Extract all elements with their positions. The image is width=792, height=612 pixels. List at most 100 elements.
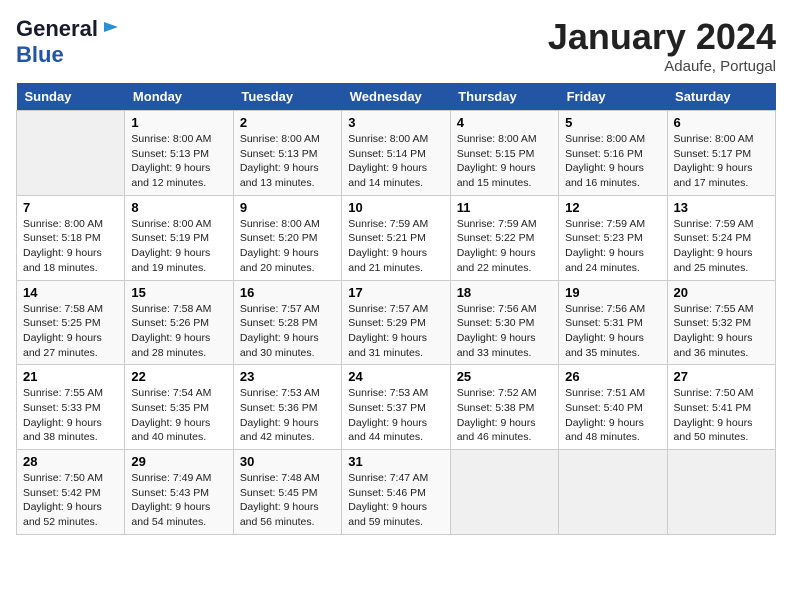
calendar-cell <box>450 450 558 535</box>
day-number: 9 <box>240 200 335 215</box>
day-number: 20 <box>674 285 769 300</box>
calendar-cell: 29 Sunrise: 7:49 AM Sunset: 5:43 PM Dayl… <box>125 450 233 535</box>
logo-arrow-icon <box>102 18 120 41</box>
col-header-friday: Friday <box>559 83 667 111</box>
calendar-cell <box>17 111 125 196</box>
day-info: Sunrise: 7:59 AM Sunset: 5:21 PM Dayligh… <box>348 217 443 276</box>
day-number: 14 <box>23 285 118 300</box>
day-info: Sunrise: 7:47 AM Sunset: 5:46 PM Dayligh… <box>348 471 443 530</box>
day-info: Sunrise: 7:51 AM Sunset: 5:40 PM Dayligh… <box>565 386 660 445</box>
calendar-cell: 18 Sunrise: 7:56 AM Sunset: 5:30 PM Dayl… <box>450 280 558 365</box>
title-block: January 2024 Adaufe, Portugal <box>548 16 776 75</box>
day-info: Sunrise: 8:00 AM Sunset: 5:13 PM Dayligh… <box>131 132 226 191</box>
calendar-cell: 1 Sunrise: 8:00 AM Sunset: 5:13 PM Dayli… <box>125 111 233 196</box>
calendar-table: SundayMondayTuesdayWednesdayThursdayFrid… <box>16 83 776 535</box>
calendar-cell: 28 Sunrise: 7:50 AM Sunset: 5:42 PM Dayl… <box>17 450 125 535</box>
day-info: Sunrise: 7:59 AM Sunset: 5:24 PM Dayligh… <box>674 217 769 276</box>
calendar-cell: 4 Sunrise: 8:00 AM Sunset: 5:15 PM Dayli… <box>450 111 558 196</box>
calendar-cell: 11 Sunrise: 7:59 AM Sunset: 5:22 PM Dayl… <box>450 195 558 280</box>
calendar-cell: 23 Sunrise: 7:53 AM Sunset: 5:36 PM Dayl… <box>233 365 341 450</box>
col-header-thursday: Thursday <box>450 83 558 111</box>
calendar-cell <box>559 450 667 535</box>
day-number: 8 <box>131 200 226 215</box>
col-header-tuesday: Tuesday <box>233 83 341 111</box>
calendar-cell: 13 Sunrise: 7:59 AM Sunset: 5:24 PM Dayl… <box>667 195 775 280</box>
day-number: 27 <box>674 369 769 384</box>
day-number: 11 <box>457 200 552 215</box>
day-info: Sunrise: 7:53 AM Sunset: 5:36 PM Dayligh… <box>240 386 335 445</box>
day-number: 25 <box>457 369 552 384</box>
day-number: 22 <box>131 369 226 384</box>
logo: General Blue <box>16 16 120 68</box>
calendar-cell: 9 Sunrise: 8:00 AM Sunset: 5:20 PM Dayli… <box>233 195 341 280</box>
day-number: 16 <box>240 285 335 300</box>
day-info: Sunrise: 8:00 AM Sunset: 5:13 PM Dayligh… <box>240 132 335 191</box>
day-number: 18 <box>457 285 552 300</box>
day-info: Sunrise: 8:00 AM Sunset: 5:17 PM Dayligh… <box>674 132 769 191</box>
calendar-cell: 19 Sunrise: 7:56 AM Sunset: 5:31 PM Dayl… <box>559 280 667 365</box>
day-number: 24 <box>348 369 443 384</box>
calendar-cell: 7 Sunrise: 8:00 AM Sunset: 5:18 PM Dayli… <box>17 195 125 280</box>
col-header-saturday: Saturday <box>667 83 775 111</box>
day-number: 28 <box>23 454 118 469</box>
day-number: 19 <box>565 285 660 300</box>
calendar-cell: 31 Sunrise: 7:47 AM Sunset: 5:46 PM Dayl… <box>342 450 450 535</box>
calendar-cell: 16 Sunrise: 7:57 AM Sunset: 5:28 PM Dayl… <box>233 280 341 365</box>
day-info: Sunrise: 8:00 AM Sunset: 5:19 PM Dayligh… <box>131 217 226 276</box>
day-number: 31 <box>348 454 443 469</box>
day-number: 2 <box>240 115 335 130</box>
day-info: Sunrise: 7:50 AM Sunset: 5:41 PM Dayligh… <box>674 386 769 445</box>
day-info: Sunrise: 7:54 AM Sunset: 5:35 PM Dayligh… <box>131 386 226 445</box>
day-number: 4 <box>457 115 552 130</box>
col-header-monday: Monday <box>125 83 233 111</box>
day-number: 26 <box>565 369 660 384</box>
col-header-sunday: Sunday <box>17 83 125 111</box>
day-number: 23 <box>240 369 335 384</box>
logo-blue: Blue <box>16 42 64 67</box>
day-number: 29 <box>131 454 226 469</box>
day-info: Sunrise: 7:53 AM Sunset: 5:37 PM Dayligh… <box>348 386 443 445</box>
location: Adaufe, Portugal <box>548 58 776 75</box>
day-info: Sunrise: 7:55 AM Sunset: 5:32 PM Dayligh… <box>674 302 769 361</box>
calendar-cell: 25 Sunrise: 7:52 AM Sunset: 5:38 PM Dayl… <box>450 365 558 450</box>
calendar-cell: 26 Sunrise: 7:51 AM Sunset: 5:40 PM Dayl… <box>559 365 667 450</box>
day-info: Sunrise: 7:49 AM Sunset: 5:43 PM Dayligh… <box>131 471 226 530</box>
day-info: Sunrise: 7:57 AM Sunset: 5:28 PM Dayligh… <box>240 302 335 361</box>
calendar-cell: 10 Sunrise: 7:59 AM Sunset: 5:21 PM Dayl… <box>342 195 450 280</box>
day-number: 21 <box>23 369 118 384</box>
calendar-cell: 14 Sunrise: 7:58 AM Sunset: 5:25 PM Dayl… <box>17 280 125 365</box>
calendar-cell: 21 Sunrise: 7:55 AM Sunset: 5:33 PM Dayl… <box>17 365 125 450</box>
calendar-cell: 2 Sunrise: 8:00 AM Sunset: 5:13 PM Dayli… <box>233 111 341 196</box>
day-number: 10 <box>348 200 443 215</box>
calendar-cell: 6 Sunrise: 8:00 AM Sunset: 5:17 PM Dayli… <box>667 111 775 196</box>
day-number: 12 <box>565 200 660 215</box>
day-info: Sunrise: 7:56 AM Sunset: 5:31 PM Dayligh… <box>565 302 660 361</box>
day-info: Sunrise: 7:55 AM Sunset: 5:33 PM Dayligh… <box>23 386 118 445</box>
day-number: 3 <box>348 115 443 130</box>
calendar-cell: 3 Sunrise: 8:00 AM Sunset: 5:14 PM Dayli… <box>342 111 450 196</box>
day-info: Sunrise: 8:00 AM Sunset: 5:14 PM Dayligh… <box>348 132 443 191</box>
day-info: Sunrise: 7:52 AM Sunset: 5:38 PM Dayligh… <box>457 386 552 445</box>
day-number: 7 <box>23 200 118 215</box>
col-header-wednesday: Wednesday <box>342 83 450 111</box>
day-info: Sunrise: 7:57 AM Sunset: 5:29 PM Dayligh… <box>348 302 443 361</box>
day-info: Sunrise: 8:00 AM Sunset: 5:20 PM Dayligh… <box>240 217 335 276</box>
day-number: 30 <box>240 454 335 469</box>
calendar-cell: 22 Sunrise: 7:54 AM Sunset: 5:35 PM Dayl… <box>125 365 233 450</box>
calendar-cell: 27 Sunrise: 7:50 AM Sunset: 5:41 PM Dayl… <box>667 365 775 450</box>
day-info: Sunrise: 7:59 AM Sunset: 5:23 PM Dayligh… <box>565 217 660 276</box>
day-info: Sunrise: 7:58 AM Sunset: 5:26 PM Dayligh… <box>131 302 226 361</box>
day-info: Sunrise: 7:59 AM Sunset: 5:22 PM Dayligh… <box>457 217 552 276</box>
day-number: 6 <box>674 115 769 130</box>
day-info: Sunrise: 7:56 AM Sunset: 5:30 PM Dayligh… <box>457 302 552 361</box>
day-info: Sunrise: 8:00 AM Sunset: 5:18 PM Dayligh… <box>23 217 118 276</box>
calendar-cell: 20 Sunrise: 7:55 AM Sunset: 5:32 PM Dayl… <box>667 280 775 365</box>
day-number: 13 <box>674 200 769 215</box>
page-header: General Blue January 2024 Adaufe, Portug… <box>16 16 776 75</box>
calendar-cell: 5 Sunrise: 8:00 AM Sunset: 5:16 PM Dayli… <box>559 111 667 196</box>
month-title: January 2024 <box>548 16 776 58</box>
calendar-cell: 30 Sunrise: 7:48 AM Sunset: 5:45 PM Dayl… <box>233 450 341 535</box>
day-info: Sunrise: 7:50 AM Sunset: 5:42 PM Dayligh… <box>23 471 118 530</box>
day-number: 17 <box>348 285 443 300</box>
day-number: 1 <box>131 115 226 130</box>
